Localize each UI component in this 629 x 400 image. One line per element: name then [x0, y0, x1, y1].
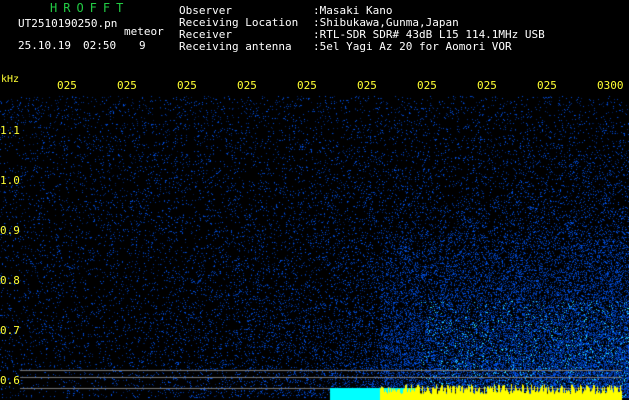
mode-label: meteor — [124, 25, 164, 38]
y-axis-unit: kHz — [1, 74, 20, 85]
y-tick-label: 1.0 — [0, 174, 20, 187]
date-label: 25.10.19 — [18, 39, 71, 52]
y-tick-label: 0.8 — [0, 274, 20, 287]
x-tick-label: 025 — [357, 79, 377, 92]
antenna-label: Receiving antenna — [179, 40, 292, 53]
time-label: 02:50 — [83, 39, 117, 52]
y-tick-label: 0.7 — [0, 324, 20, 337]
x-tick-label: 0300 — [597, 79, 624, 92]
x-tick-label: 025 — [477, 79, 497, 92]
y-tick-label: 1.1 — [0, 124, 20, 137]
x-tick-label: 025 — [177, 79, 197, 92]
waterfall-spectrogram — [0, 0, 629, 400]
x-tick-label: 025 — [57, 79, 77, 92]
count-label: 9 — [139, 39, 146, 52]
x-tick-label: 025 — [297, 79, 317, 92]
x-tick-label: 025 — [117, 79, 137, 92]
filename-label: UT2510190250.pn — [18, 17, 118, 30]
x-tick-label: 025 — [417, 79, 437, 92]
y-tick-label: 0.6 — [0, 374, 20, 387]
y-tick-label: 0.9 — [0, 224, 20, 237]
x-tick-label: 025 — [237, 79, 257, 92]
x-tick-label: 025 — [537, 79, 557, 92]
antenna-value: :5el Yagi Az 20 for Aomori VOR — [313, 40, 512, 53]
app-title: HROFFT — [50, 1, 130, 15]
